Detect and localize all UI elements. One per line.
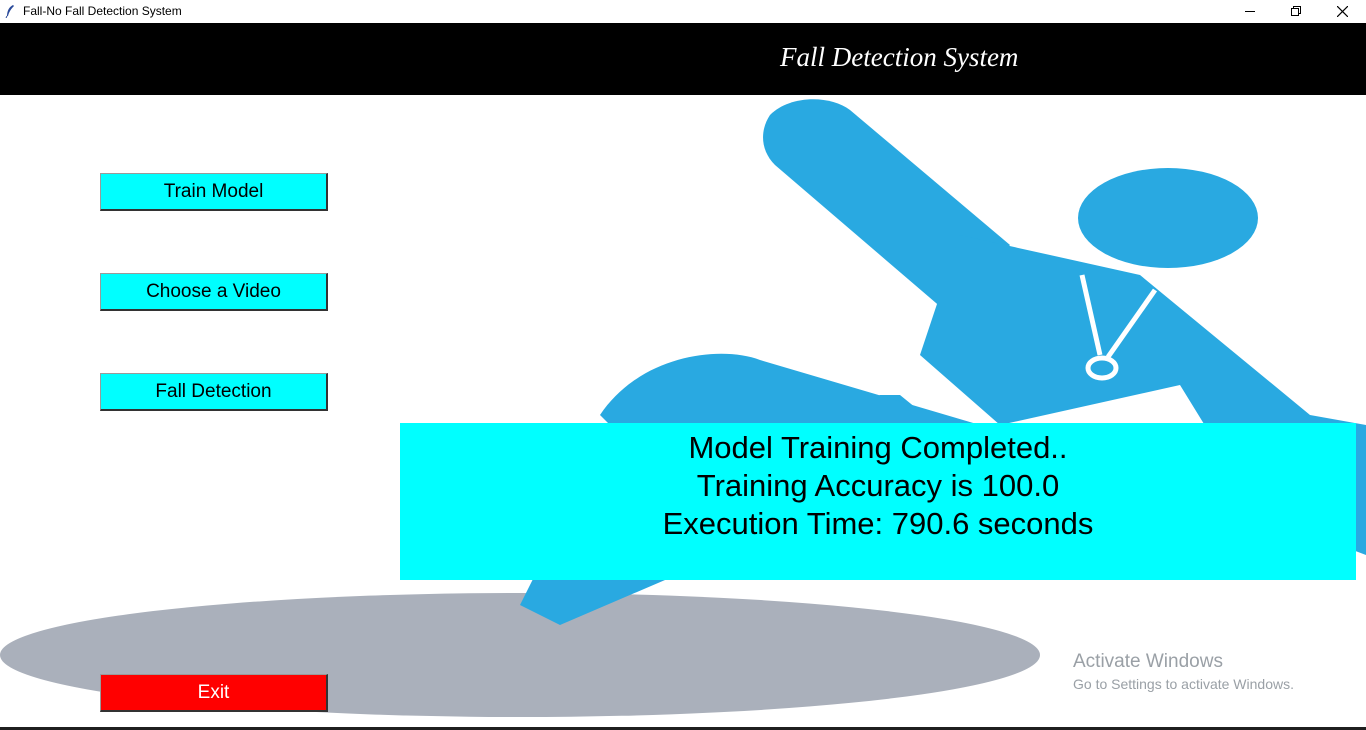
fall-detection-button[interactable]: Fall Detection — [100, 373, 328, 411]
restore-button[interactable] — [1273, 0, 1319, 23]
feather-icon — [4, 4, 16, 19]
exit-button[interactable]: Exit — [100, 674, 328, 712]
restore-icon — [1290, 6, 1302, 17]
header-banner: Fall Detection System — [0, 23, 1366, 95]
watermark-subtitle: Go to Settings to activate Windows. — [1073, 676, 1294, 692]
window-title: Fall-No Fall Detection System — [23, 4, 182, 18]
page-title: Fall Detection System — [780, 42, 1019, 72]
close-button[interactable] — [1319, 0, 1365, 23]
result-status: Model Training Completed.. — [688, 430, 1068, 465]
choose-video-button[interactable]: Choose a Video — [100, 273, 328, 311]
result-accuracy: Training Accuracy is 100.0 — [696, 468, 1060, 503]
minimize-button[interactable] — [1227, 0, 1273, 23]
train-model-button[interactable]: Train Model — [100, 173, 328, 211]
result-execution-time: Execution Time: 790.6 seconds — [662, 506, 1094, 541]
title-bar[interactable]: Fall-No Fall Detection System — [0, 0, 1366, 23]
training-result-panel: Model Training Completed.. Training Accu… — [400, 423, 1356, 580]
activate-windows-watermark: Activate Windows Go to Settings to activ… — [1073, 651, 1294, 695]
minimize-icon — [1244, 6, 1256, 17]
close-icon — [1336, 6, 1348, 17]
watermark-title: Activate Windows — [1073, 651, 1223, 672]
app-window: Fall-No Fall Detection System Fall Detec… — [0, 0, 1366, 730]
